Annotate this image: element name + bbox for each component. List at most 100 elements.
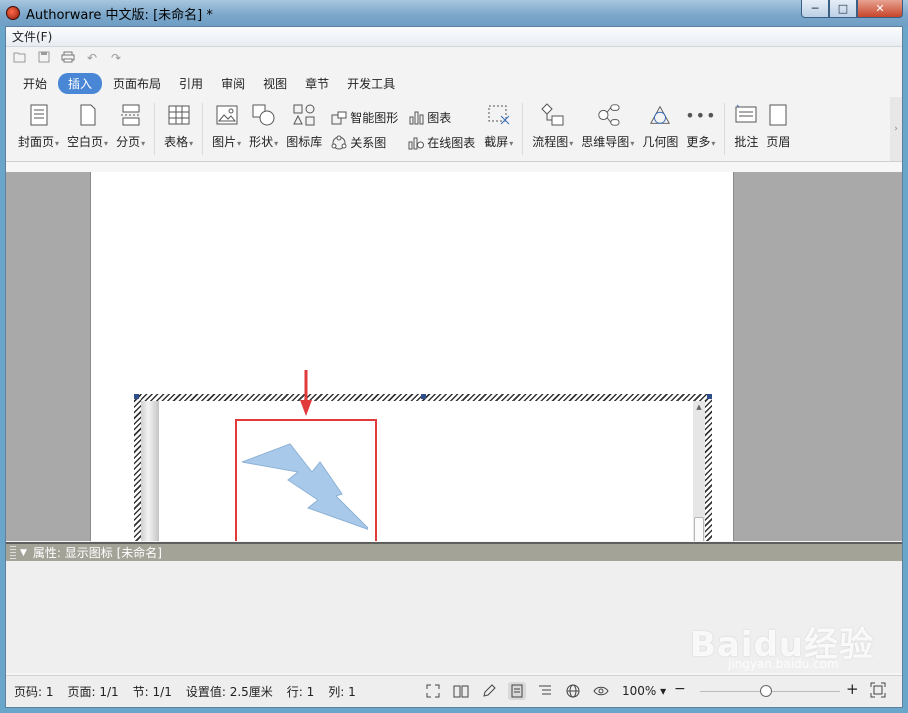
ribbon-scroll-right[interactable]: › <box>890 97 902 161</box>
lightning-bolt-shape[interactable] <box>242 442 368 532</box>
window-titlebar: Authorware 中文版: [未命名] * ─ □ ✕ <box>0 0 908 26</box>
save-icon[interactable] <box>36 51 52 66</box>
ribbon-separator <box>522 103 524 155</box>
display-icon-window[interactable]: ▲ <box>134 394 712 541</box>
smart-graphic-button[interactable]: 智能图形 <box>331 109 398 126</box>
minimize-button[interactable]: ─ <box>801 0 829 18</box>
properties-label: 属性: 显示图标 [未命名] <box>32 546 162 560</box>
icon-library-label: 图标库 <box>286 135 323 149</box>
chart-group: 图表 在线图表 <box>408 97 475 161</box>
page-view-icon[interactable] <box>508 682 526 700</box>
mindmap-icon <box>596 103 620 127</box>
status-bar: 页码: 1 页面: 1/1 节: 1/1 设置值: 2.5厘米 行: 1 列: … <box>6 675 902 707</box>
scrollbar-thumb[interactable] <box>694 517 704 541</box>
tab-page-layout[interactable]: 页面布局 <box>106 73 168 94</box>
flowchart-button[interactable]: 流程图▾ <box>532 97 573 161</box>
table-icon <box>167 103 191 127</box>
document-area[interactable]: ▲ <box>6 172 902 541</box>
shape-button[interactable]: 形状▾ <box>249 97 278 161</box>
status-section: 节: 1/1 <box>132 685 172 699</box>
zoom-level[interactable]: 100% ▾ <box>622 684 666 698</box>
page-break-button[interactable]: 分页▾ <box>116 97 145 161</box>
undo-icon[interactable]: ↶ <box>84 51 100 65</box>
ribbon-separator <box>202 103 204 155</box>
close-button[interactable]: ✕ <box>857 0 903 18</box>
outline-view-icon[interactable] <box>536 682 554 700</box>
screenshot-icon <box>487 103 511 127</box>
maximize-button[interactable]: □ <box>829 0 857 18</box>
status-setting: 设置值: 2.5厘米 <box>185 685 273 699</box>
picture-button[interactable]: 图片▾ <box>212 97 241 161</box>
geometry-label: 几何图 <box>642 135 679 149</box>
relation-chart-icon <box>331 135 347 151</box>
icon-library-button[interactable]: 图标库 <box>286 97 322 161</box>
scroll-up-icon[interactable]: ▲ <box>693 403 705 411</box>
web-view-icon[interactable] <box>564 682 582 700</box>
fullscreen-icon[interactable] <box>424 682 442 700</box>
flowchart-label: 流程图 <box>532 135 569 149</box>
tab-review[interactable]: 审阅 <box>214 73 252 94</box>
print-icon[interactable] <box>60 51 76 66</box>
blank-page-icon <box>76 103 100 127</box>
zoom-slider-knob[interactable] <box>760 685 772 697</box>
more-button[interactable]: ••• 更多▾ <box>685 97 715 161</box>
tab-insert[interactable]: 插入 <box>58 72 103 94</box>
resize-handle[interactable] <box>421 394 426 399</box>
page-overlay: ▲ <box>90 172 734 541</box>
status-pages: 页面: 1/1 <box>67 685 119 699</box>
ribbon-tabs: 开始 插入 页面布局 引用 审阅 视图 章节 开发工具 <box>6 69 902 97</box>
zoom-out-button[interactable]: − <box>674 681 686 697</box>
page-break-label: 分页 <box>116 135 141 149</box>
app-icon <box>6 6 20 20</box>
red-arrow-icon <box>300 370 312 416</box>
view-mode-icons <box>424 682 610 700</box>
resize-handle[interactable] <box>707 394 712 399</box>
icon-library-icon <box>292 103 316 127</box>
tab-view[interactable]: 视图 <box>256 73 294 94</box>
properties-bar[interactable]: ▼ 属性: 显示图标 [未命名] <box>6 542 902 561</box>
table-label: 表格 <box>164 135 189 149</box>
cover-page-label: 封面页 <box>18 135 55 149</box>
mindmap-button[interactable]: 思维导图▾ <box>581 97 634 161</box>
menu-file[interactable]: 文件(F) <box>12 28 52 45</box>
smart-graphic-icon <box>331 110 347 126</box>
tab-developer[interactable]: 开发工具 <box>340 73 402 94</box>
quick-access-toolbar: ↶ ↷ <box>6 47 902 69</box>
smart-graphics-group: 智能图形 关系图 <box>331 97 398 161</box>
tab-home[interactable]: 开始 <box>16 73 54 94</box>
fit-window-icon[interactable] <box>870 682 886 701</box>
resize-handle[interactable] <box>134 394 139 399</box>
window-left-edge <box>141 401 159 541</box>
header-button[interactable]: 页眉 <box>766 97 790 161</box>
grip-icon[interactable] <box>10 546 16 559</box>
cover-page-button[interactable]: 封面页▾ <box>18 97 59 161</box>
geometry-button[interactable]: 几何图 <box>642 97 678 161</box>
collapse-icon[interactable]: ▼ <box>20 548 27 558</box>
mindmap-label: 思维导图 <box>581 135 630 149</box>
tab-references[interactable]: 引用 <box>172 73 210 94</box>
menu-bar: 文件(F) <box>6 27 902 47</box>
comment-button[interactable]: 批注 <box>734 97 758 161</box>
bar-chart-icon <box>408 110 424 126</box>
eye-protect-icon[interactable] <box>592 682 610 700</box>
picture-label: 图片 <box>212 135 237 149</box>
page-break-icon <box>119 103 143 127</box>
chart-button[interactable]: 图表 <box>408 109 475 126</box>
table-button[interactable]: 表格▾ <box>164 97 193 161</box>
tab-section[interactable]: 章节 <box>298 73 336 94</box>
flowchart-icon <box>541 103 565 127</box>
folder-open-icon[interactable] <box>12 51 28 66</box>
status-row: 行: 1 <box>286 685 315 699</box>
edit-pen-icon[interactable] <box>480 682 498 700</box>
online-chart-button[interactable]: 在线图表 <box>408 134 475 151</box>
blank-page-button[interactable]: 空白页▾ <box>67 97 108 161</box>
reading-mode-icon[interactable] <box>452 682 470 700</box>
zoom-in-button[interactable]: + <box>846 680 859 698</box>
vertical-scrollbar[interactable]: ▲ <box>693 401 705 541</box>
relation-chart-button[interactable]: 关系图 <box>331 134 398 151</box>
selection-border-right <box>705 394 712 541</box>
blank-page-label: 空白页 <box>67 135 104 149</box>
screenshot-button[interactable]: 截屏▾ <box>484 97 513 161</box>
status-page-number: 页码: 1 <box>14 685 54 699</box>
redo-icon[interactable]: ↷ <box>108 51 124 65</box>
